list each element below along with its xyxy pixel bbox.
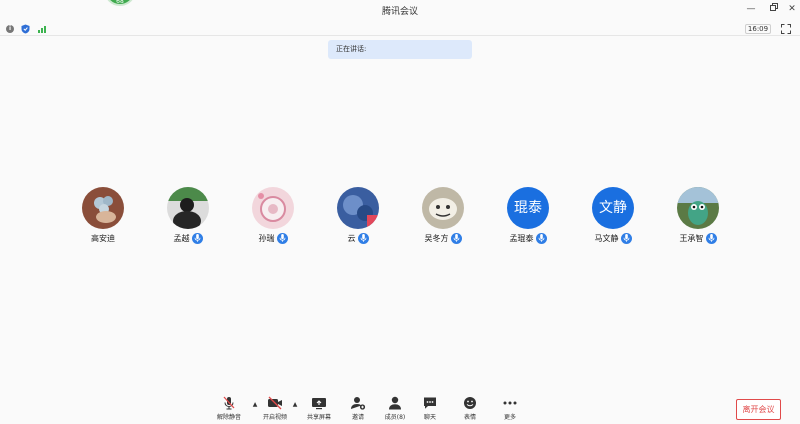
participant-tile[interactable]: 高安迪	[73, 187, 133, 245]
speaking-indicator: 正在讲话:	[328, 40, 472, 59]
invite-icon	[351, 397, 366, 410]
participant-tile[interactable]: 琨泰 孟琨泰	[498, 187, 558, 245]
start-video-label: 开启视频	[262, 414, 287, 421]
share-screen-label: 共享屏幕	[306, 414, 331, 421]
invite-button[interactable]: 邀请	[340, 396, 376, 424]
info-icon[interactable]: i	[6, 25, 14, 33]
participant-name: 马文静	[594, 233, 619, 243]
participant-tile[interactable]: 王承智	[668, 187, 728, 245]
mic-icon	[620, 232, 632, 244]
participant-tile[interactable]: 吴冬方	[413, 187, 473, 245]
emoji-label: 表情	[463, 414, 476, 421]
mic-icon	[191, 232, 203, 244]
members-label: 成员(8)	[384, 414, 406, 421]
participant-tile[interactable]: 孙瑞	[243, 187, 303, 245]
start-video-button[interactable]: 开启视频	[257, 396, 293, 424]
participant-name: 吴冬方	[424, 233, 449, 243]
participant-name: 孟越	[173, 233, 190, 243]
signal-icon[interactable]	[38, 25, 48, 33]
invite-label: 邀请	[351, 414, 364, 421]
participant-name: 孟琨泰	[509, 233, 534, 243]
unmute-label: 解除静音	[216, 414, 241, 421]
emoji-button[interactable]: 表情	[452, 396, 488, 424]
emoji-icon	[464, 397, 476, 409]
avatar	[677, 187, 719, 229]
mic-icon	[450, 232, 462, 244]
leave-meeting-button[interactable]: 离开会议	[736, 399, 781, 420]
avatar: 琨泰	[507, 187, 549, 229]
more-label: 更多	[503, 414, 516, 421]
avatar	[422, 187, 464, 229]
participant-name: 云	[347, 233, 356, 243]
more-icon	[503, 401, 517, 405]
share-screen-icon	[312, 398, 326, 410]
video-options-caret[interactable]: ▲	[291, 401, 299, 408]
unmute-button[interactable]: 解除静音	[211, 396, 247, 424]
participant-name: 孙瑞	[258, 233, 275, 243]
restore-icon[interactable]	[768, 3, 780, 15]
mic-icon	[705, 232, 717, 244]
members-icon	[389, 396, 401, 410]
avatar: 文静	[592, 187, 634, 229]
avatar	[167, 187, 209, 229]
participant-name: 王承智	[679, 233, 704, 243]
close-icon[interactable]: ✕	[786, 3, 798, 15]
minimize-icon[interactable]: —	[745, 3, 757, 15]
share-screen-button[interactable]: 共享屏幕	[301, 396, 337, 424]
participant-name: 高安迪	[91, 233, 115, 243]
participant-tile[interactable]: 文静 马文静	[583, 187, 643, 245]
chat-button[interactable]: 聊天	[412, 396, 448, 424]
chat-label: 聊天	[423, 414, 436, 421]
mic-icon	[535, 232, 547, 244]
participant-tile[interactable]: 孟越	[158, 187, 218, 245]
shield-icon[interactable]	[21, 24, 30, 34]
avatar	[337, 187, 379, 229]
status-bar: i 16:09	[0, 22, 800, 36]
avatar	[82, 187, 124, 229]
chat-icon	[424, 397, 436, 409]
avatar	[252, 187, 294, 229]
mic-icon	[357, 232, 369, 244]
title-bar: 68 腾讯会议 — ✕	[0, 0, 800, 22]
mic-icon	[276, 232, 288, 244]
participant-tile[interactable]: 云	[328, 187, 388, 245]
mic-muted-icon	[223, 396, 235, 410]
video-off-icon	[268, 396, 282, 410]
members-button[interactable]: 成员(8)	[377, 396, 413, 424]
app-title: 腾讯会议	[381, 7, 418, 17]
more-button[interactable]: 更多	[492, 396, 528, 424]
meeting-clock: 16:09	[745, 24, 771, 34]
fullscreen-icon[interactable]	[781, 24, 791, 34]
